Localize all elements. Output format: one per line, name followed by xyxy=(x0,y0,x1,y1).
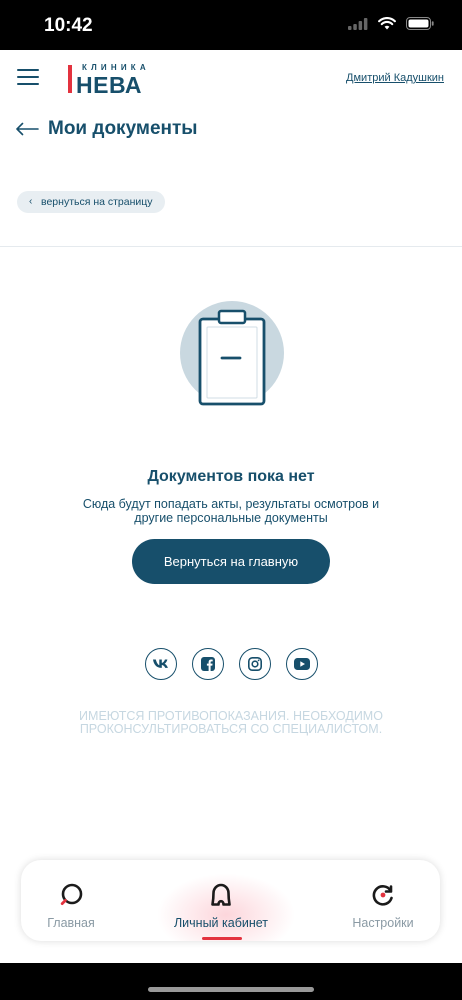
menu-button[interactable] xyxy=(17,69,39,87)
battery-icon xyxy=(406,17,434,30)
cabinet-icon xyxy=(211,883,231,906)
status-time: 10:42 xyxy=(44,15,93,36)
empty-state-title: Документов пока нет xyxy=(147,468,315,485)
app-screen: КЛИНИКА НЕВА Дмитрий Кадушкин Мои докуме… xyxy=(0,50,462,963)
menu-line xyxy=(17,69,39,71)
search-circle-icon xyxy=(60,883,83,905)
back-arrow-icon[interactable] xyxy=(15,122,39,136)
logo-red-bar xyxy=(68,65,72,93)
return-to-page-chip[interactable]: ‹ вернуться на страницу xyxy=(17,191,165,213)
vk-button[interactable] xyxy=(145,648,177,680)
facebook-icon xyxy=(201,657,215,671)
medical-disclaimer: ИМЕЮТСЯ ПРОТИВОПОКАЗАНИЯ. НЕОБХОДИМО ПРО… xyxy=(79,709,383,736)
tab-personal-cabinet[interactable]: Личный кабинет xyxy=(156,860,286,941)
home-indicator-area xyxy=(0,963,462,1000)
tab-home-label: Главная xyxy=(47,916,95,930)
menu-line xyxy=(17,76,39,78)
tab-settings[interactable]: Настройки xyxy=(333,860,433,941)
logo-big-text: НЕВА xyxy=(76,72,143,98)
tab-home[interactable]: Главная xyxy=(21,860,121,941)
social-links xyxy=(145,648,318,680)
menu-line xyxy=(17,83,39,85)
instagram-button[interactable] xyxy=(239,648,271,680)
page-title-row: Мои документы xyxy=(15,116,198,142)
wifi-icon xyxy=(378,17,396,30)
bottom-tab-bar: Главная Личный кабинет Настройки xyxy=(21,860,440,941)
page-title: Мои документы xyxy=(48,118,198,139)
facebook-button[interactable] xyxy=(192,648,224,680)
vk-icon xyxy=(153,659,168,668)
settings-refresh-icon xyxy=(372,885,393,906)
empty-state-description: Сюда будут попадать акты, результаты осм… xyxy=(82,497,380,525)
status-bar: 10:42 xyxy=(0,0,462,50)
logo-small-text: КЛИНИКА xyxy=(82,63,150,72)
home-indicator[interactable] xyxy=(148,987,314,992)
tab-settings-label: Настройки xyxy=(352,916,414,930)
divider xyxy=(0,246,462,247)
signal-icon xyxy=(348,17,368,30)
chevron-left-icon: ‹ xyxy=(29,196,33,207)
return-home-button[interactable]: Вернуться на главную xyxy=(132,539,330,584)
return-chip-label: вернуться на страницу xyxy=(41,196,153,208)
instagram-icon xyxy=(248,657,262,671)
user-profile-link[interactable]: Дмитрий Кадушкин xyxy=(346,72,444,84)
tab-cabinet-label: Личный кабинет xyxy=(173,916,269,930)
active-tab-indicator xyxy=(202,937,242,940)
youtube-button[interactable] xyxy=(286,648,318,680)
status-icons xyxy=(348,17,434,30)
youtube-icon xyxy=(294,658,310,670)
clipboard-illustration-icon xyxy=(180,301,284,406)
clinic-logo[interactable]: КЛИНИКА НЕВА xyxy=(68,63,158,98)
header: КЛИНИКА НЕВА Дмитрий Кадушкин xyxy=(0,50,462,110)
